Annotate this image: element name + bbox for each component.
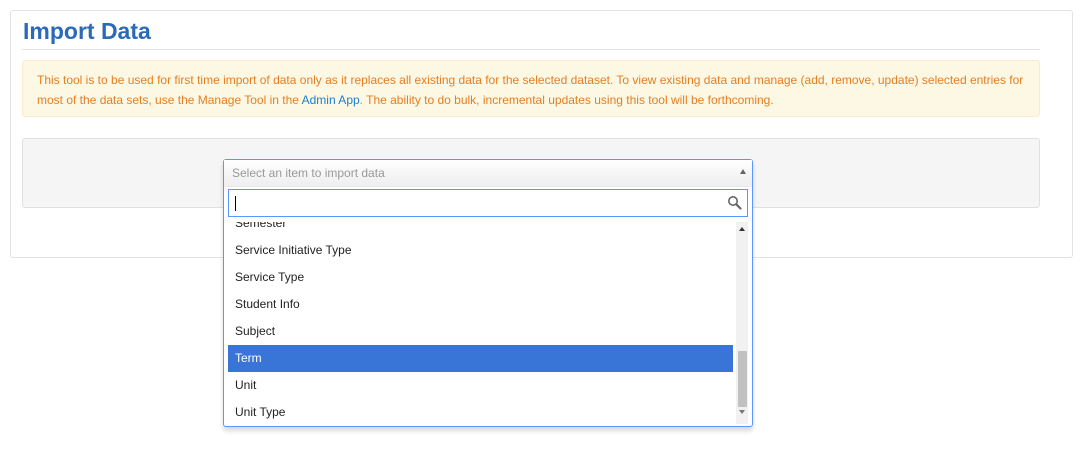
scroll-down-arrow-icon[interactable]: [739, 410, 745, 414]
list-item-highlighted[interactable]: Term: [228, 345, 733, 372]
search-input[interactable]: [229, 190, 719, 216]
warning-notice: This tool is to be used for first time i…: [22, 60, 1040, 117]
select-head[interactable]: Select an item to import data: [224, 160, 752, 187]
list-item[interactable]: Subject: [228, 318, 733, 345]
list-item[interactable]: Unit Type: [228, 399, 733, 424]
select-placeholder: Select an item to import data: [232, 166, 385, 180]
chevron-up-icon[interactable]: [740, 169, 746, 174]
list-item[interactable]: Student Info: [228, 291, 733, 318]
title-divider: [22, 49, 1040, 50]
list-item[interactable]: Service Type: [228, 264, 733, 291]
text-caret: [235, 196, 236, 211]
notice-text-after: . The ability to do bulk, incremental up…: [359, 93, 774, 107]
scroll-up-arrow-icon[interactable]: [739, 227, 745, 231]
page-title: Import Data: [23, 18, 151, 44]
admin-app-link[interactable]: Admin App: [302, 93, 360, 107]
search-field[interactable]: [228, 189, 748, 217]
list-item[interactable]: Semester: [228, 222, 733, 237]
list-item[interactable]: Unit: [228, 372, 733, 399]
results-scrollbar[interactable]: [736, 222, 748, 424]
results-list: Semester Service Initiative Type Service…: [228, 222, 748, 424]
scroll-thumb[interactable]: [738, 351, 747, 407]
import-item-select[interactable]: Select an item to import data Semester S…: [223, 159, 753, 427]
list-item[interactable]: Service Initiative Type: [228, 237, 733, 264]
search-icon: [728, 196, 742, 210]
